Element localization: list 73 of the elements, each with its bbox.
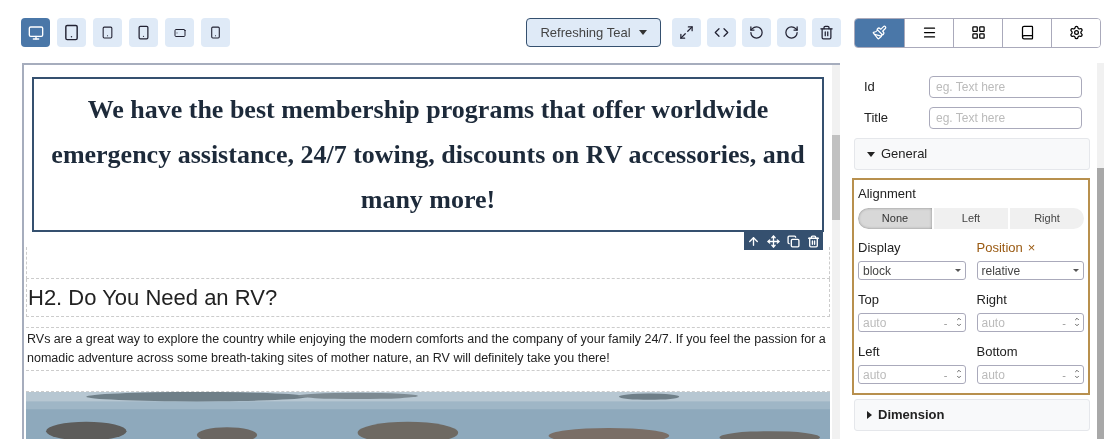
field-label: Alignment (858, 185, 917, 203)
fullscreen-icon (679, 25, 694, 40)
tool-button[interactable] (747, 234, 760, 248)
trash-icon (807, 234, 820, 248)
redo-icon (784, 25, 799, 40)
field-label: Position (976, 238, 1023, 257)
monitor-icon (27, 24, 44, 41)
field-label: Title (864, 108, 890, 127)
section-heading: H2. Do You Need an RV? (27, 284, 279, 313)
book-icon (1019, 25, 1035, 40)
tool-button[interactable] (807, 234, 820, 248)
phone-icon (209, 26, 222, 39)
stepper-icon[interactable] (955, 315, 962, 328)
menu-icon (921, 25, 937, 40)
trash-icon (819, 25, 834, 40)
section-header[interactable]: Dimension (854, 399, 1090, 431)
panel-tab[interactable] (1051, 18, 1100, 47)
unit-label: - (943, 367, 948, 383)
field-label: Id (864, 77, 876, 96)
settings-icon (1068, 25, 1084, 40)
caret-icon (954, 269, 961, 272)
segment-option[interactable]: Right (1008, 207, 1084, 229)
unit-label: - (1062, 315, 1066, 331)
select-field[interactable]: relative (976, 261, 1084, 280)
caret-icon (867, 411, 872, 419)
stepper-icon[interactable] (955, 367, 962, 380)
body-paragraph: RVs are a great way to explore the country while enjoying the modern comforts and the company of your family 24/7. If you feel the passion for a nomadic adventure across some breath-taking sites of mother nature, an RV will definitely take you there! (26, 331, 827, 368)
device-button[interactable] (57, 18, 86, 47)
tool-button[interactable] (767, 234, 780, 248)
selected-heading[interactable]: We have the best membership programs that offer worldwide emergency assistance, 24/7 towing, discounts on RV accessories, and many more! (32, 77, 824, 232)
phone-icon (136, 25, 151, 40)
section-header[interactable]: General (854, 138, 1090, 170)
toolbar-button[interactable] (777, 18, 806, 47)
copy-icon (787, 234, 800, 248)
select-field[interactable]: block (858, 261, 966, 280)
device-button[interactable] (165, 18, 194, 47)
code-icon (714, 25, 729, 40)
grid-icon (970, 25, 986, 40)
unit-label: - (1062, 367, 1066, 383)
tablet-icon (63, 24, 80, 41)
stepper-icon[interactable] (1074, 315, 1080, 328)
stepper-icon[interactable] (1074, 367, 1080, 380)
segment-option[interactable]: Left (932, 207, 1008, 229)
caret-icon (1073, 269, 1079, 272)
segment-option[interactable]: None (858, 207, 932, 229)
field-label: Right (976, 291, 1008, 309)
field-label: Bottom (976, 343, 1019, 361)
caret-icon (867, 151, 875, 157)
field-label: Top (858, 291, 880, 309)
device-button[interactable] (201, 18, 230, 47)
scrollbar[interactable] (1097, 63, 1104, 439)
toolbar-button[interactable] (707, 18, 736, 47)
scrollbar[interactable] (832, 65, 840, 439)
toolbar-button[interactable] (672, 18, 701, 47)
caret-icon (638, 30, 647, 35)
text-field[interactable]: eg. Text here (929, 75, 1082, 98)
tool-button[interactable] (787, 234, 800, 248)
arrow-up-icon (747, 234, 760, 248)
device-button[interactable] (129, 18, 158, 47)
clear-button[interactable]: × (1027, 240, 1036, 254)
device-button[interactable] (93, 18, 122, 47)
phone-icon (173, 26, 186, 39)
text-field[interactable]: eg. Text here (929, 106, 1082, 129)
toolbar-button[interactable] (742, 18, 771, 47)
theme-dropdown[interactable]: Refreshing Teal (526, 18, 661, 47)
field-label: Left (858, 343, 881, 361)
undo-icon (749, 25, 764, 40)
unit-label: - (943, 315, 948, 331)
toolbar-button[interactable] (812, 18, 841, 47)
tablet-icon (101, 26, 114, 39)
field-label: Display (858, 238, 901, 257)
brush-icon (872, 25, 887, 40)
move-icon (767, 234, 780, 248)
